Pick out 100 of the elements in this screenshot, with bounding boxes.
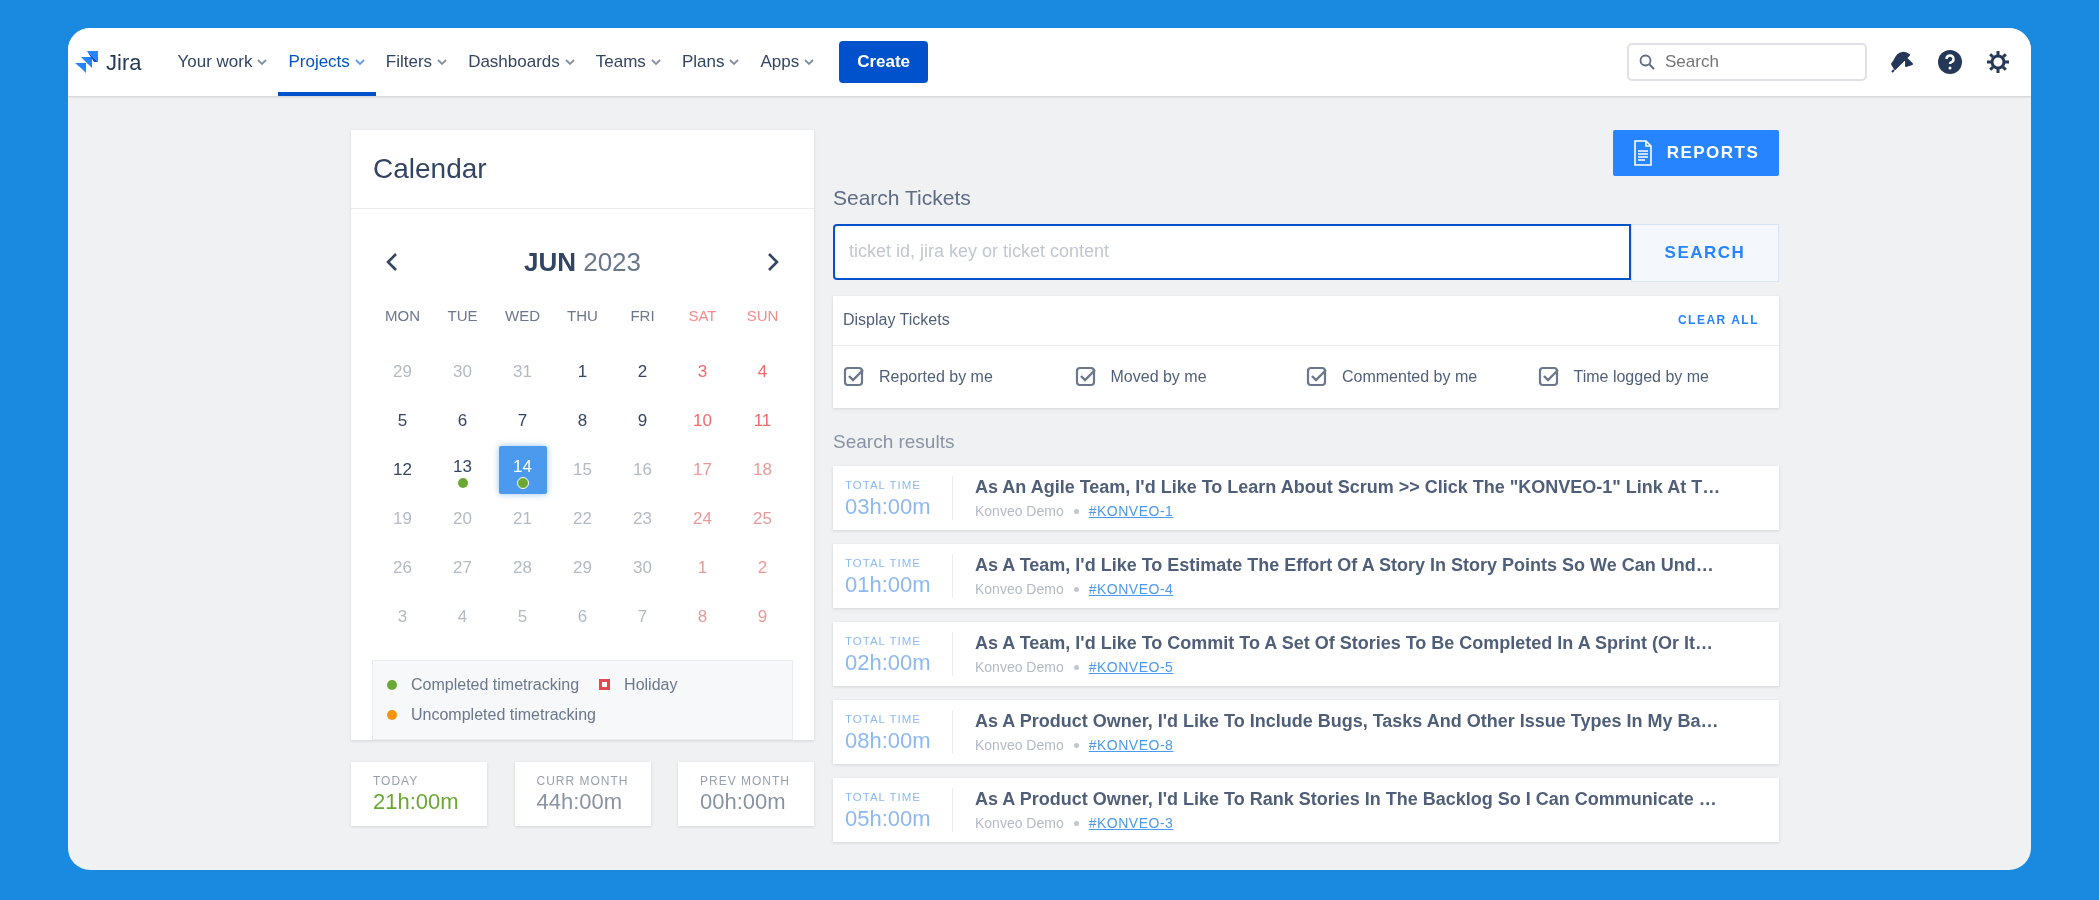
result-card[interactable]: TOTAL TIME 03h:00m As An Agile Team, I'd Like To Learn About Scrum >> Click The "KONVEO-1" Link At T… Konveo Demo #KONVEO-1 [833, 466, 1779, 530]
checkbox[interactable] [1306, 365, 1328, 388]
calendar-day[interactable]: 11 [738, 397, 787, 446]
checkbox-label: Moved by me [1110, 366, 1207, 387]
separator-dot [1073, 665, 1079, 670]
calendar-day[interactable]: 9 [618, 397, 667, 446]
calendar-day[interactable]: 31 [498, 348, 547, 397]
calendar-day[interactable]: 8 [678, 593, 727, 642]
calendar-day[interactable]: 18 [738, 446, 787, 495]
legend-label: Completed timetracking [411, 674, 580, 695]
logo-text: Jira [106, 48, 142, 77]
time-value: 08h:00m [845, 728, 932, 753]
nav-menu-tab[interactable]: Your work [167, 28, 279, 96]
nav-menu-tab[interactable]: Teams [585, 28, 672, 96]
chevron-down-icon [436, 57, 449, 67]
calendar-day[interactable]: 3 [378, 593, 427, 642]
calendar-day[interactable]: 17 [678, 446, 727, 495]
calendar-day[interactable]: 22 [558, 495, 607, 544]
result-card[interactable]: TOTAL TIME 01h:00m As A Team, I'd Like To Estimate The Effort Of A Story In Story Points So We Can Und… Konveo Demo #KONVEO-4 [833, 544, 1779, 608]
result-card[interactable]: TOTAL TIME 02h:00m As A Team, I'd Like To Commit To A Set Of Stories To Be Completed In A Sprint (Or It… Konveo Demo #KONVEO-5 [833, 622, 1779, 686]
calendar-day[interactable]: 5 [498, 593, 547, 642]
calendar-day[interactable]: 24 [678, 495, 727, 544]
checkbox[interactable] [843, 365, 865, 388]
calendar-day[interactable]: 30 [438, 348, 487, 397]
calendar-day[interactable]: 2 [618, 348, 667, 397]
search-field[interactable]: Search [1627, 43, 1867, 81]
clear-all-link[interactable]: CLEAR ALL [1671, 310, 1765, 330]
calendar-day[interactable]: 1 [558, 348, 607, 397]
calendar-day[interactable]: 5 [378, 397, 427, 446]
calendar-day[interactable]: 27 [438, 544, 487, 593]
calendar-day[interactable]: 23 [618, 495, 667, 544]
calendar-day[interactable]: 9 [738, 593, 787, 642]
calendar-day[interactable]: 7 [618, 593, 667, 642]
filter-title: Display Tickets [843, 310, 950, 330]
calendar-day[interactable]: 6 [438, 397, 487, 446]
reports-button[interactable]: REPORTS [1613, 130, 1779, 176]
nav-menu-tab[interactable]: Filters [375, 28, 459, 96]
ticket-key-link[interactable]: #KONVEO-4 [1088, 579, 1174, 600]
separator-dot [1073, 509, 1079, 514]
stat-value: 00h:00m [700, 789, 787, 814]
calendar-day[interactable]: 20 [438, 495, 487, 544]
nav-menu-tab[interactable]: Apps [750, 28, 826, 96]
calendar-day[interactable]: 13 [438, 446, 487, 495]
result-card[interactable]: TOTAL TIME 05h:00m As A Product Owner, I'd Like To Rank Stories In The Backlog So I Can Communicate … Konveo Demo #KONVEO-3 [833, 778, 1779, 842]
calendar-day[interactable]: 2 [738, 544, 787, 593]
chevron-down-icon [649, 57, 662, 67]
create-button[interactable]: Create [839, 41, 929, 83]
calendar-day[interactable]: 29 [378, 348, 427, 397]
weekday-label: FRI [629, 305, 656, 326]
calendar-day[interactable]: 15 [558, 446, 607, 495]
calendar-day[interactable]: 30 [618, 544, 667, 593]
ticket-key-link[interactable]: #KONVEO-8 [1088, 735, 1174, 756]
calendar-day[interactable]: 16 [618, 446, 667, 495]
calendar-title: Calendar [351, 130, 814, 209]
document-icon [1632, 140, 1653, 166]
time-label: TOTAL TIME [845, 634, 923, 650]
calendar-day[interactable]: 7 [498, 397, 547, 446]
chevron-right-icon[interactable] [766, 252, 780, 273]
nav-menu-tab[interactable]: Plans [671, 28, 751, 96]
calendar-day[interactable]: 25 [738, 495, 787, 544]
calendar-day[interactable]: 6 [558, 593, 607, 642]
checkbox[interactable] [1074, 365, 1097, 388]
calendar-day[interactable]: 1 [678, 544, 727, 593]
ticket-title: As A Team, I'd Like To Commit To A Set Of Stories To Be Completed In A Sprint (Or It… [975, 632, 1713, 655]
time-value: 02h:00m [845, 650, 932, 675]
calendar-day[interactable]: 19 [378, 495, 427, 544]
nav-menu-tab[interactable]: Projects [278, 28, 376, 96]
calendar-day[interactable]: 26 [378, 544, 427, 593]
calendar-day[interactable]: 8 [558, 397, 607, 446]
calendar-day[interactable]: 29 [558, 544, 607, 593]
calendar-day[interactable]: 12 [378, 446, 427, 495]
chevron-left-icon[interactable] [385, 252, 399, 273]
nav-menu-tab[interactable]: Dashboards [458, 28, 586, 96]
calendar-day[interactable]: 3 [678, 348, 727, 397]
ticket-key-link[interactable]: #KONVEO-1 [1088, 501, 1174, 522]
legend-label: Uncompleted timetracking [411, 704, 596, 725]
checkbox-label: Time logged by me [1573, 366, 1709, 387]
calendar-day[interactable]: 28 [498, 544, 547, 593]
ticket-key-link[interactable]: #KONVEO-5 [1088, 657, 1174, 678]
calendar-day[interactable]: 21 [498, 495, 547, 544]
search-button[interactable]: SEARCH [1631, 223, 1779, 282]
ticket-key-link[interactable]: #KONVEO-3 [1088, 813, 1174, 834]
search-icon [1639, 54, 1655, 70]
weekday-label: TUE [446, 305, 479, 326]
ticket-title: As A Product Owner, I'd Like To Rank Stories In The Backlog So I Can Communicate … [975, 788, 1717, 811]
calendar-day[interactable]: 4 [738, 348, 787, 397]
ticket-search-field[interactable]: ticket id, jira key or ticket content [833, 223, 1631, 280]
calendar-day[interactable]: 14 [498, 446, 547, 495]
stat-value: 21h:00m [373, 789, 460, 814]
ticket-title: As A Product Owner, I'd Like To Include Bugs, Tasks And Other Issue Types In My Ba… [975, 710, 1719, 733]
time-label: TOTAL TIME [845, 556, 923, 572]
result-card[interactable]: TOTAL TIME 08h:00m As A Product Owner, I'd Like To Include Bugs, Tasks And Other Issue Types In My Ba… Konveo Demo #KONVEO-8 [833, 700, 1779, 764]
calendar-day[interactable]: 4 [438, 593, 487, 642]
settings-icon[interactable] [1985, 49, 2011, 75]
help-icon[interactable] [1937, 49, 1963, 75]
time-value: 01h:00m [845, 572, 932, 597]
calendar-day[interactable]: 10 [678, 397, 727, 446]
ticket-title: As A Team, I'd Like To Estimate The Effort Of A Story In Story Points So We Can Und… [975, 554, 1714, 577]
checkbox[interactable] [1537, 365, 1560, 388]
time-value: 05h:00m [845, 806, 932, 831]
